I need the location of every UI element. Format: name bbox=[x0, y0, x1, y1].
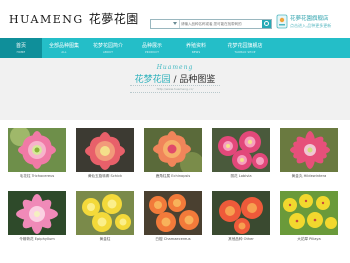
nav-item-sublabel: NEWS bbox=[191, 50, 201, 54]
gallery-caption: 大花犀 Piliaya bbox=[297, 237, 321, 241]
gallery-caption: 鹿角柱属 Echinopsis bbox=[155, 174, 191, 178]
flower-photo bbox=[212, 128, 270, 172]
chevron-down-icon bbox=[173, 22, 177, 25]
gallery-caption: 黄金柱 bbox=[99, 237, 111, 241]
nav-item-sublabel: ALL bbox=[61, 50, 67, 54]
nav-item-label: 花梦花园简介 bbox=[92, 43, 123, 49]
nav-item-label: 品种展示 bbox=[141, 43, 162, 49]
flower-photo bbox=[280, 128, 338, 172]
shop-icon bbox=[276, 14, 288, 29]
section-banner: Huameng 花梦花园 / 品种图鉴 http://www.huameng.c… bbox=[0, 58, 350, 120]
flower-photo bbox=[76, 191, 134, 235]
section-url: http://www.huameng.cc/ bbox=[130, 85, 220, 93]
nav-item-product[interactable]: 品种展示 PRODUCT bbox=[130, 38, 174, 58]
search-input[interactable] bbox=[181, 20, 263, 28]
flower-photo bbox=[8, 191, 66, 235]
nav-item-label: 全部品种图集 bbox=[48, 43, 79, 49]
flower-photo bbox=[144, 191, 202, 235]
page: HUAMENG 花夢花園 花夢花園旗舰店 点击进入,品种更多更新 首页 bbox=[0, 0, 350, 263]
main-nav: 首页 HOME 全部品种图集 ALL 花梦花园简介 ABOUT 品种展示 PRO… bbox=[0, 38, 350, 58]
site-logo[interactable]: HUAMENG 花夢花園 bbox=[9, 10, 139, 27]
store-title: 花夢花園旗舰店 bbox=[290, 16, 329, 22]
gallery-caption: 令箭荷花 Epiphyllum bbox=[19, 237, 55, 241]
nav-item-sublabel: TAOBAO SHOP bbox=[234, 50, 256, 54]
flagship-store-link[interactable]: 花夢花園旗舰店 点击进入,品种更多更新 bbox=[276, 12, 340, 32]
logo-english: HUAMENG bbox=[9, 13, 84, 26]
section-title-text: 品种图鉴 bbox=[179, 75, 216, 85]
nav-item-home[interactable]: 首页 HOME bbox=[0, 38, 42, 58]
section-title-separator: / bbox=[173, 75, 177, 85]
logo-chinese: 花夢花園 bbox=[88, 12, 139, 26]
gallery-caption: 黄金丸 Hildewintera bbox=[291, 174, 327, 178]
flower-photo bbox=[144, 128, 202, 172]
flower-photo bbox=[280, 191, 338, 235]
flower-photo bbox=[76, 128, 134, 172]
section-title-brand: 花梦花园 bbox=[134, 75, 171, 85]
store-subtitle: 点击进入,品种更多更新 bbox=[290, 23, 332, 28]
nav-item-all[interactable]: 全部品种图集 ALL bbox=[42, 38, 86, 58]
search-bar bbox=[150, 19, 272, 29]
flower-photo bbox=[212, 191, 270, 235]
site-header: HUAMENG 花夢花園 花夢花園旗舰店 点击进入,品种更多更新 bbox=[0, 0, 350, 38]
search-button[interactable] bbox=[262, 20, 271, 28]
section-title: 花梦花园 / 品种图鉴 bbox=[0, 72, 350, 85]
flower-photo bbox=[8, 128, 66, 172]
nav-item-news[interactable]: 养殖资料 NEWS bbox=[174, 38, 218, 58]
nav-item-label: 花梦花园旗舰店 bbox=[227, 43, 263, 49]
search-icon bbox=[264, 21, 269, 26]
gallery-caption: 毛花柱 Trichocereus bbox=[19, 174, 55, 178]
nav-item-sublabel: PRODUCT bbox=[144, 50, 160, 54]
nav-item-label: 养殖资料 bbox=[185, 43, 206, 49]
gallery-caption: 白檀 Chamaecereus bbox=[155, 237, 191, 241]
nav-item-shop[interactable]: 花梦花园旗舰店 TAOBAO SHOP bbox=[218, 38, 272, 58]
gallery-caption: 其他品种 Other bbox=[228, 237, 254, 241]
nav-item-about[interactable]: 花梦花园简介 ABOUT bbox=[86, 38, 130, 58]
banner-script-text: Huameng bbox=[156, 64, 194, 71]
gallery-caption: 丽花 Lobivia bbox=[230, 174, 252, 178]
search-category-select[interactable] bbox=[151, 20, 180, 28]
species-gallery: 毛花柱 Trichocereus 黄仙玉旋转卿 Schick 鹿角柱属 Echi… bbox=[0, 120, 350, 263]
nav-item-sublabel: ABOUT bbox=[102, 50, 114, 54]
nav-item-sublabel: HOME bbox=[16, 50, 26, 54]
nav-item-label: 首页 bbox=[15, 43, 26, 49]
gallery-caption: 黄仙玉旋转卿 Schick bbox=[87, 174, 123, 178]
